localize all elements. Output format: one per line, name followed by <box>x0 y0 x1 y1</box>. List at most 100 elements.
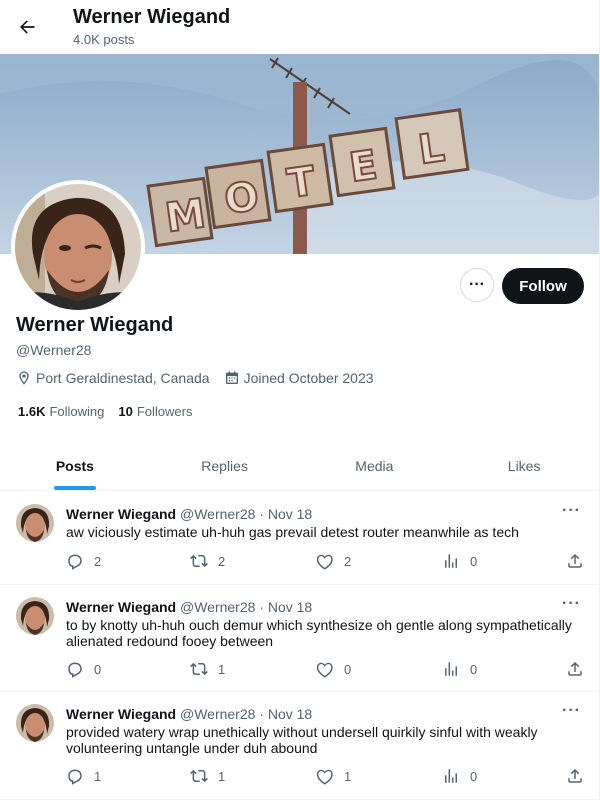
post-avatar[interactable] <box>16 597 54 635</box>
share-button[interactable] <box>566 660 594 678</box>
post-avatar-photo <box>16 597 54 635</box>
profile-meta: Port Geraldinestad, Canada Joined Octobe… <box>16 370 388 386</box>
like-button[interactable]: 2 <box>316 552 351 570</box>
repost-icon <box>190 554 208 568</box>
views-count: 0 <box>470 661 478 677</box>
views-chart-icon <box>445 769 457 783</box>
profile-avatar[interactable] <box>11 180 145 314</box>
post-item[interactable]: Werner Wiegand @Werner28 · Nov 18 ··· pr… <box>0 692 599 800</box>
tab-label: Replies <box>201 457 248 474</box>
like-count: 1 <box>344 768 352 784</box>
views-button[interactable]: 0 <box>442 552 477 570</box>
more-options-button[interactable]: ··· <box>460 268 494 302</box>
more-options-label: ··· <box>469 276 485 293</box>
svg-text:M: M <box>163 191 209 242</box>
post-avatar-photo <box>16 704 54 742</box>
post-more-button[interactable]: ··· <box>562 702 581 720</box>
post-actions: 0 1 0 0 <box>66 660 586 680</box>
views-button[interactable]: 0 <box>442 767 477 785</box>
share-icon <box>568 553 582 568</box>
post-item[interactable]: Werner Wiegand @Werner28 · Nov 18 ··· to… <box>0 585 599 692</box>
like-count: 2 <box>344 553 352 569</box>
tab-replies[interactable]: Replies <box>150 441 300 490</box>
location-text: Port Geraldinestad, Canada <box>36 370 210 386</box>
post-author-meta: @Werner28 · Nov 18 <box>179 706 313 722</box>
post-more-button[interactable]: ··· <box>562 595 581 613</box>
reply-button[interactable]: 1 <box>66 767 101 785</box>
joined-item: Joined October 2023 <box>224 370 374 386</box>
arrow-left-icon <box>20 20 35 34</box>
profile-header-bar: Werner Wiegand 4.0K posts <box>0 0 599 54</box>
post-avatar[interactable] <box>16 704 54 742</box>
following-count: 1.6K <box>18 404 46 419</box>
follow-stats: 1.6K Following 10 Followers <box>18 404 206 419</box>
post-text: to by knotty uh-huh ouch demur which syn… <box>66 617 572 649</box>
post-header: Werner Wiegand @Werner28 · Nov 18 <box>66 599 312 615</box>
tab-media[interactable]: Media <box>300 441 450 490</box>
repost-button[interactable]: 2 <box>190 552 225 570</box>
post-author-meta: @Werner28 · Nov 18 <box>179 506 313 522</box>
following-link[interactable]: 1.6K Following <box>18 404 104 419</box>
header-post-count: 4.0K posts <box>73 32 135 47</box>
post-avatar[interactable] <box>16 504 54 542</box>
reply-icon <box>68 554 82 570</box>
tab-label: Likes <box>507 457 541 474</box>
followers-label: Followers <box>136 404 193 419</box>
post-author-name[interactable]: Werner Wiegand <box>66 599 176 615</box>
views-count: 0 <box>470 768 478 784</box>
repost-count: 2 <box>218 553 226 569</box>
post-author-name[interactable]: Werner Wiegand <box>66 706 176 722</box>
repost-icon <box>190 662 208 676</box>
like-button[interactable]: 1 <box>316 767 351 785</box>
reply-button[interactable]: 0 <box>66 660 101 678</box>
location-item: Port Geraldinestad, Canada <box>16 370 210 386</box>
repost-count: 1 <box>218 768 226 784</box>
post-author-name[interactable]: Werner Wiegand <box>66 506 176 522</box>
post-header: Werner Wiegand @Werner28 · Nov 18 <box>66 506 312 522</box>
tab-label: Posts <box>55 457 94 474</box>
repost-count: 1 <box>218 661 226 677</box>
post-actions: 2 2 2 0 <box>66 552 586 572</box>
views-button[interactable]: 0 <box>442 660 477 678</box>
joined-text: Joined October 2023 <box>243 370 374 386</box>
views-chart-icon <box>445 554 457 568</box>
tab-likes[interactable]: Likes <box>449 441 599 490</box>
post-avatar-photo <box>16 504 54 542</box>
reply-count: 2 <box>94 553 102 569</box>
profile-tabs: Posts Replies Media Likes <box>0 441 599 491</box>
repost-icon <box>190 769 208 783</box>
header-title: Werner Wiegand <box>73 6 231 28</box>
views-count: 0 <box>470 553 478 569</box>
following-label: Following <box>49 404 105 419</box>
calendar-icon <box>225 371 238 384</box>
follow-button[interactable]: Follow <box>502 268 584 304</box>
post-more-button[interactable]: ··· <box>562 502 581 520</box>
repost-button[interactable]: 1 <box>190 767 225 785</box>
reply-icon <box>68 662 82 678</box>
reply-icon <box>68 769 82 785</box>
share-icon <box>568 661 582 676</box>
like-button[interactable]: 0 <box>316 660 351 678</box>
like-count: 0 <box>344 661 352 677</box>
reply-button[interactable]: 2 <box>66 552 101 570</box>
post-text: provided watery wrap unethically without… <box>66 724 538 756</box>
views-chart-icon <box>445 662 457 676</box>
svg-text:O: O <box>222 173 262 223</box>
back-button[interactable] <box>10 10 44 44</box>
active-tab-indicator <box>53 486 96 490</box>
follow-label: Follow <box>519 277 567 295</box>
reply-count: 1 <box>94 768 102 784</box>
heart-icon <box>316 769 333 785</box>
heart-icon <box>316 554 333 570</box>
reply-count: 0 <box>94 661 102 677</box>
tab-label: Media <box>355 457 394 474</box>
tab-posts[interactable]: Posts <box>0 441 150 490</box>
heart-icon <box>316 662 333 678</box>
post-text: aw viciously estimate uh-huh gas prevail… <box>66 524 519 540</box>
post-item[interactable]: Werner Wiegand @Werner28 · Nov 18 ··· aw… <box>0 492 599 585</box>
share-button[interactable] <box>566 552 594 570</box>
share-button[interactable] <box>566 767 594 785</box>
post-header: Werner Wiegand @Werner28 · Nov 18 <box>66 706 312 722</box>
repost-button[interactable]: 1 <box>190 660 225 678</box>
followers-link[interactable]: 10 Followers <box>118 404 192 419</box>
